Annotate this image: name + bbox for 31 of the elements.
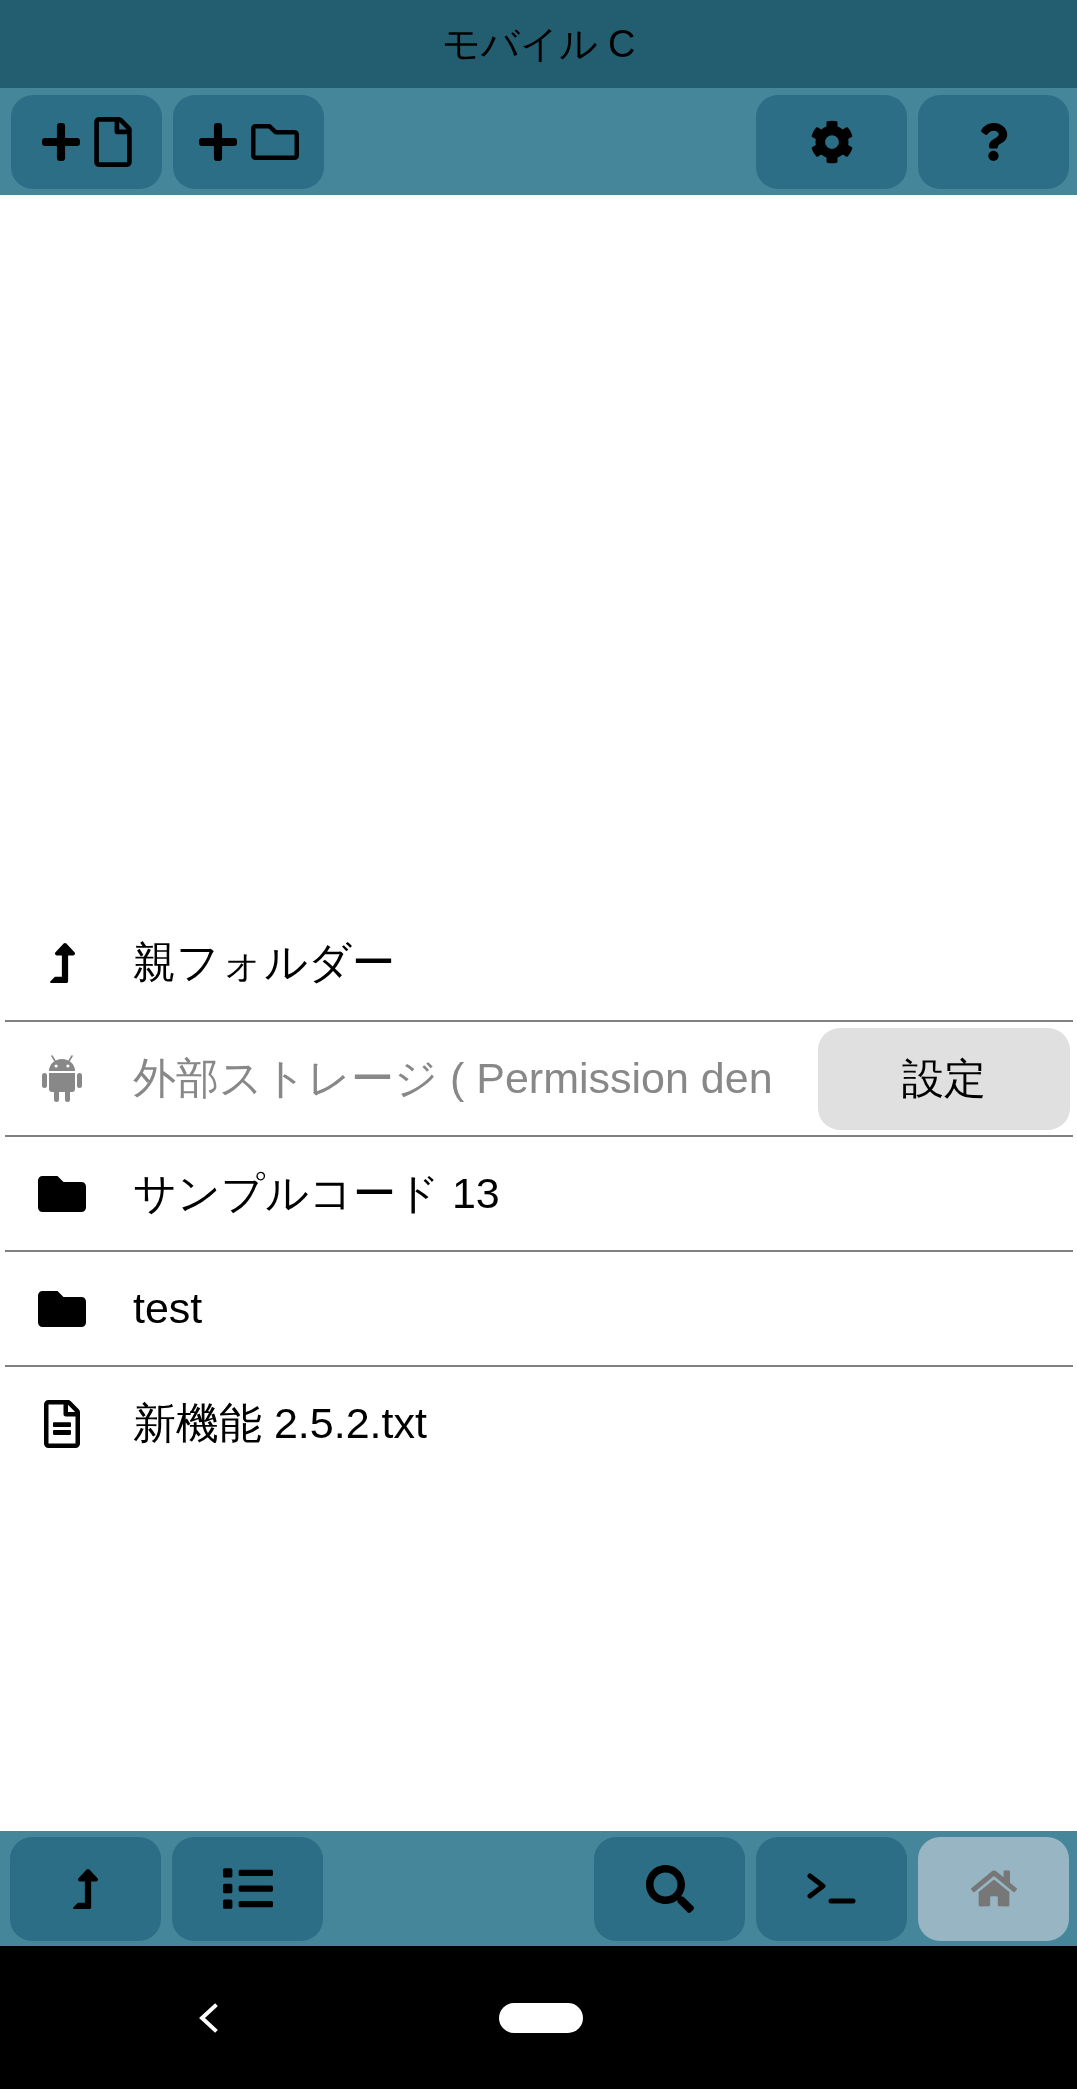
folder-name[interactable]: test [133,1284,203,1333]
search-icon [645,1864,694,1913]
parent-folder-label[interactable]: 親フォルダー [133,933,395,992]
question-mark-icon [979,122,1008,161]
file-icon [93,116,132,167]
robot-icon [42,1055,82,1102]
search-button[interactable] [594,1836,745,1941]
app-title: モバイル C [441,21,636,67]
back-icon[interactable] [198,2002,218,2033]
plus-icon [198,122,237,161]
terminal-button[interactable] [756,1836,907,1941]
file-name[interactable]: 新機能 2.5.2.txt [133,1394,427,1453]
folder-icon [250,123,299,160]
home-icon [970,1868,1017,1909]
help-button[interactable] [918,94,1069,189]
settings-button[interactable] [756,94,907,189]
folder-icon [38,1290,86,1327]
home-pill[interactable] [499,2002,583,2033]
new-file-button[interactable] [11,94,162,189]
document-icon [44,1399,80,1448]
folder-name[interactable]: サンプルコード 13 [133,1164,500,1223]
new-folder-button[interactable] [173,94,324,189]
gear-icon [809,119,854,164]
plus-icon [41,122,80,161]
list-view-button[interactable] [172,1836,323,1941]
bent-up-arrow-icon [48,942,76,983]
folder-icon [38,1175,86,1212]
parent-folder-button[interactable] [10,1836,161,1941]
list-icon [222,1868,273,1909]
bent-up-arrow-icon [72,1868,99,1909]
terminal-icon [807,1873,856,1904]
